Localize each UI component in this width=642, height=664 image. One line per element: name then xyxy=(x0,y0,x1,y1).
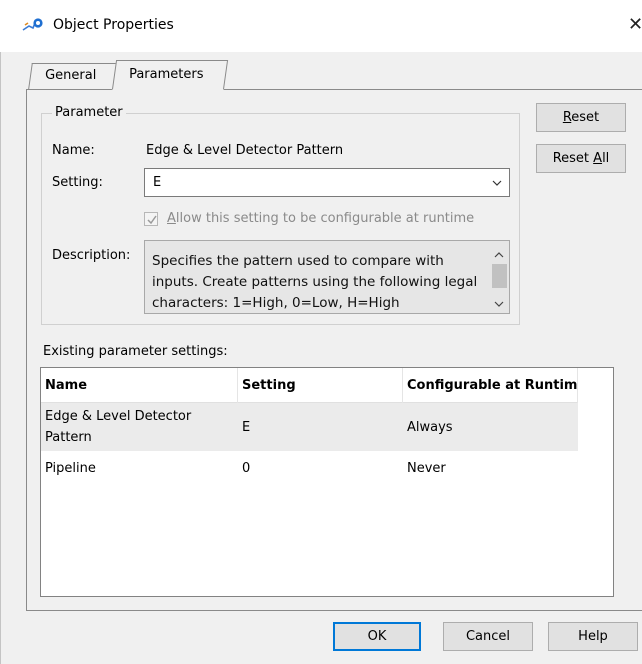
cancel-button[interactable]: Cancel xyxy=(443,622,533,651)
row-name-cell: Edge & Level Detector Pattern xyxy=(45,409,192,445)
scroll-up-icon[interactable] xyxy=(494,248,504,258)
description-textbox[interactable]: Specifies the pattern used to compare wi… xyxy=(144,240,510,314)
app-icon xyxy=(22,17,46,35)
existing-settings-label: Existing parameter settings: xyxy=(43,344,228,359)
setting-label: Setting: xyxy=(52,175,103,190)
row-configurable-cell: Never xyxy=(407,461,446,476)
tab-parameters[interactable]: Parameters xyxy=(111,60,229,90)
description-label: Description: xyxy=(52,248,131,263)
tab-general-label: General xyxy=(45,68,97,83)
runtime-checkbox-label: Allow this setting to be configurable at… xyxy=(167,211,475,226)
row-name-cell: Pipeline xyxy=(45,461,96,476)
table-row[interactable]: Edge & Level Detector Pattern E Always xyxy=(41,403,578,451)
column-header-setting[interactable]: Setting xyxy=(238,368,402,403)
title-bar: Object Properties ✕ xyxy=(0,0,642,52)
window-border xyxy=(0,52,1,664)
checkmark-icon xyxy=(147,215,157,225)
ok-button[interactable]: OK xyxy=(333,622,421,651)
help-button[interactable]: Help xyxy=(548,622,638,651)
chevron-down-icon xyxy=(492,177,502,187)
description-scrollbar[interactable] xyxy=(490,241,509,313)
tab-general[interactable]: General xyxy=(28,63,122,89)
reset-button-label: Reset xyxy=(562,110,600,125)
reset-all-button[interactable]: Reset All xyxy=(536,144,626,173)
table-row[interactable]: Pipeline 0 Never xyxy=(41,451,578,486)
description-text: Specifies the pattern used to compare wi… xyxy=(152,253,478,311)
setting-select[interactable]: E xyxy=(144,168,510,197)
setting-select-value: E xyxy=(153,175,162,190)
reset-all-button-label: Reset All xyxy=(552,151,610,166)
name-value: Edge & Level Detector Pattern xyxy=(146,143,344,158)
scroll-down-icon[interactable] xyxy=(494,297,504,307)
close-icon[interactable]: ✕ xyxy=(628,12,642,38)
existing-settings-table[interactable]: Name Setting Configurable at Runtim Edge… xyxy=(40,367,614,597)
name-label: Name: xyxy=(52,143,95,158)
window-title: Object Properties xyxy=(53,17,174,33)
column-separator[interactable] xyxy=(577,368,578,403)
row-configurable-cell: Always xyxy=(407,420,453,435)
runtime-checkbox[interactable] xyxy=(144,212,158,226)
table-header: Name Setting Configurable at Runtim xyxy=(41,368,578,403)
row-setting-cell: 0 xyxy=(242,461,251,476)
tab-parameters-label: Parameters xyxy=(129,67,204,82)
row-setting-cell: E xyxy=(242,420,251,435)
column-header-configurable[interactable]: Configurable at Runtim xyxy=(403,368,578,403)
column-header-name[interactable]: Name xyxy=(41,368,237,403)
reset-button[interactable]: Reset xyxy=(536,103,626,132)
parameter-group-title: Parameter xyxy=(52,105,126,120)
scrollbar-thumb[interactable] xyxy=(492,264,507,288)
